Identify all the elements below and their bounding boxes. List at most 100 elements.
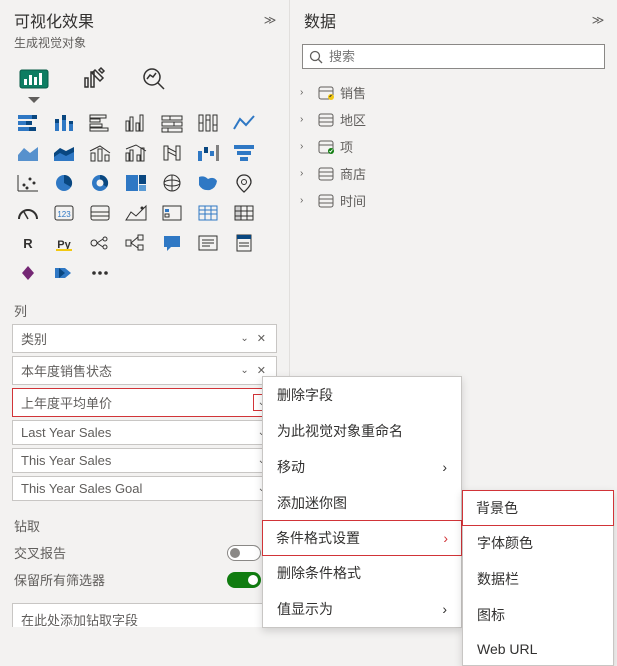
- viz-powerapps[interactable]: [14, 261, 42, 285]
- viz-filled-map[interactable]: [194, 171, 222, 195]
- collapse-viz-icon[interactable]: ≫: [263, 13, 277, 27]
- ctx-icons[interactable]: 图标: [463, 597, 613, 633]
- tab-build[interactable]: [16, 61, 52, 97]
- table-row[interactable]: ›地区: [298, 106, 609, 133]
- viz-title: 可视化效果: [14, 8, 94, 32]
- chevron-down-icon[interactable]: ⌄: [236, 365, 252, 376]
- viz-stacked-bar[interactable]: [14, 111, 42, 135]
- viz-automate[interactable]: [50, 261, 78, 285]
- viz-treemap[interactable]: [122, 171, 150, 195]
- chevron-down-icon[interactable]: ⌄: [236, 333, 252, 344]
- chevron-right-icon[interactable]: ›: [300, 87, 312, 98]
- tables-tree: ›销售 ›地区 ›项 ›商店 ›时间: [290, 79, 617, 214]
- ctx-remove-cf[interactable]: 删除条件格式: [263, 555, 461, 591]
- viz-key-influencers[interactable]: [86, 231, 114, 255]
- chevron-right-icon[interactable]: ›: [300, 195, 312, 206]
- ctx-rename[interactable]: 为此视觉对象重命名: [263, 413, 461, 449]
- collapse-data-icon[interactable]: ≫: [591, 13, 605, 27]
- viz-subtitle: 生成视觉对象: [0, 34, 289, 57]
- viz-multi-card[interactable]: [86, 201, 114, 225]
- chevron-right-icon: ›: [442, 459, 447, 475]
- chevron-right-icon: ›: [443, 530, 448, 546]
- field-well[interactable]: This Year Sales Goal⌄: [12, 476, 277, 501]
- viz-ribbon[interactable]: [158, 141, 186, 165]
- close-icon[interactable]: ✕: [253, 332, 270, 345]
- search-input[interactable]: [329, 49, 598, 64]
- viz-qna[interactable]: [158, 231, 186, 255]
- chevron-right-icon[interactable]: ›: [300, 141, 312, 152]
- viz-slicer[interactable]: [158, 201, 186, 225]
- viz-narrative[interactable]: [194, 231, 222, 255]
- viz-area[interactable]: [14, 141, 42, 165]
- tab-format[interactable]: [76, 61, 112, 97]
- viz-pie[interactable]: [50, 171, 78, 195]
- ctx-move[interactable]: 移动›: [263, 449, 461, 485]
- viz-kpi[interactable]: [122, 201, 150, 225]
- ctx-background-color[interactable]: 背景色: [462, 490, 614, 526]
- keep-filters-toggle[interactable]: [227, 572, 261, 588]
- viz-100-bar[interactable]: [158, 111, 186, 135]
- ctx-show-value-as[interactable]: 值显示为›: [263, 591, 461, 627]
- viz-decomposition[interactable]: [122, 231, 150, 255]
- field-well[interactable]: Last Year Sales⌄: [12, 420, 277, 445]
- viz-scatter[interactable]: [14, 171, 42, 195]
- chevron-right-icon[interactable]: ›: [300, 114, 312, 125]
- table-row[interactable]: ›商店: [298, 160, 609, 187]
- viz-matrix[interactable]: [230, 201, 258, 225]
- table-icon: [318, 194, 334, 208]
- viz-donut[interactable]: [86, 171, 114, 195]
- viz-header: 可视化效果 ≫: [0, 0, 289, 34]
- ctx-remove-field[interactable]: 删除字段: [263, 377, 461, 413]
- chevron-right-icon[interactable]: ›: [300, 168, 312, 179]
- drill-label: 钻取: [14, 508, 275, 539]
- viz-table[interactable]: [194, 201, 222, 225]
- viz-line-stacked-column[interactable]: [86, 141, 114, 165]
- viz-card[interactable]: 123: [50, 201, 78, 225]
- tab-analytics[interactable]: [136, 61, 172, 97]
- ctx-font-color[interactable]: 字体颜色: [463, 525, 613, 561]
- search-box[interactable]: [302, 44, 605, 69]
- field-well[interactable]: 类别⌄✕: [12, 324, 277, 353]
- viz-stacked-column[interactable]: [50, 111, 78, 135]
- viz-line[interactable]: [230, 111, 258, 135]
- viz-clustered-column[interactable]: [122, 111, 150, 135]
- field-well[interactable]: This Year Sales⌄: [12, 448, 277, 473]
- table-icon: [318, 86, 334, 100]
- viz-line-clustered-column[interactable]: [122, 141, 150, 165]
- drill-section: 钻取 交叉报告 关 保留所有筛选器 开: [0, 504, 289, 597]
- viz-r[interactable]: R: [14, 231, 42, 255]
- viz-get-more[interactable]: [86, 261, 114, 285]
- field-well[interactable]: 本年度销售状态⌄✕: [12, 356, 277, 385]
- table-row[interactable]: ›时间: [298, 187, 609, 214]
- svg-text:123: 123: [57, 210, 71, 219]
- viz-100-column[interactable]: [194, 111, 222, 135]
- columns-label: 列: [0, 293, 289, 324]
- drill-drop-zone[interactable]: 在此处添加钻取字段: [12, 603, 277, 627]
- table-icon: [318, 113, 334, 127]
- viz-stacked-area[interactable]: [50, 141, 78, 165]
- viz-gauge[interactable]: [14, 201, 42, 225]
- ctx-data-bars[interactable]: 数据栏: [463, 561, 613, 597]
- ctx-conditional-formatting[interactable]: 条件格式设置›: [262, 520, 462, 556]
- context-submenu-cf: 背景色 字体颜色 数据栏 图标 Web URL: [462, 490, 614, 666]
- visualizations-panel: 可视化效果 ≫ 生成视觉对象: [0, 0, 290, 627]
- search-icon: [309, 50, 323, 64]
- table-row[interactable]: ›项: [298, 133, 609, 160]
- cross-report-toggle[interactable]: [227, 545, 261, 561]
- chevron-right-icon: ›: [442, 601, 447, 617]
- field-well-highlighted[interactable]: 上年度平均单价⌄: [12, 388, 277, 417]
- table-row[interactable]: ›销售: [298, 79, 609, 106]
- viz-funnel[interactable]: [230, 141, 258, 165]
- viz-tabs: [0, 57, 289, 97]
- viz-clustered-bar[interactable]: [86, 111, 114, 135]
- field-wells: 类别⌄✕ 本年度销售状态⌄✕ 上年度平均单价⌄ Last Year Sales⌄…: [0, 324, 289, 504]
- viz-azure-map[interactable]: [230, 171, 258, 195]
- table-icon: [318, 167, 334, 181]
- svg-text:R: R: [23, 236, 33, 251]
- viz-waterfall[interactable]: [194, 141, 222, 165]
- viz-python[interactable]: Py: [50, 231, 78, 255]
- ctx-web-url[interactable]: Web URL: [463, 633, 613, 665]
- viz-paginated[interactable]: [230, 231, 258, 255]
- viz-map[interactable]: [158, 171, 186, 195]
- ctx-sparkline[interactable]: 添加迷你图: [263, 485, 461, 521]
